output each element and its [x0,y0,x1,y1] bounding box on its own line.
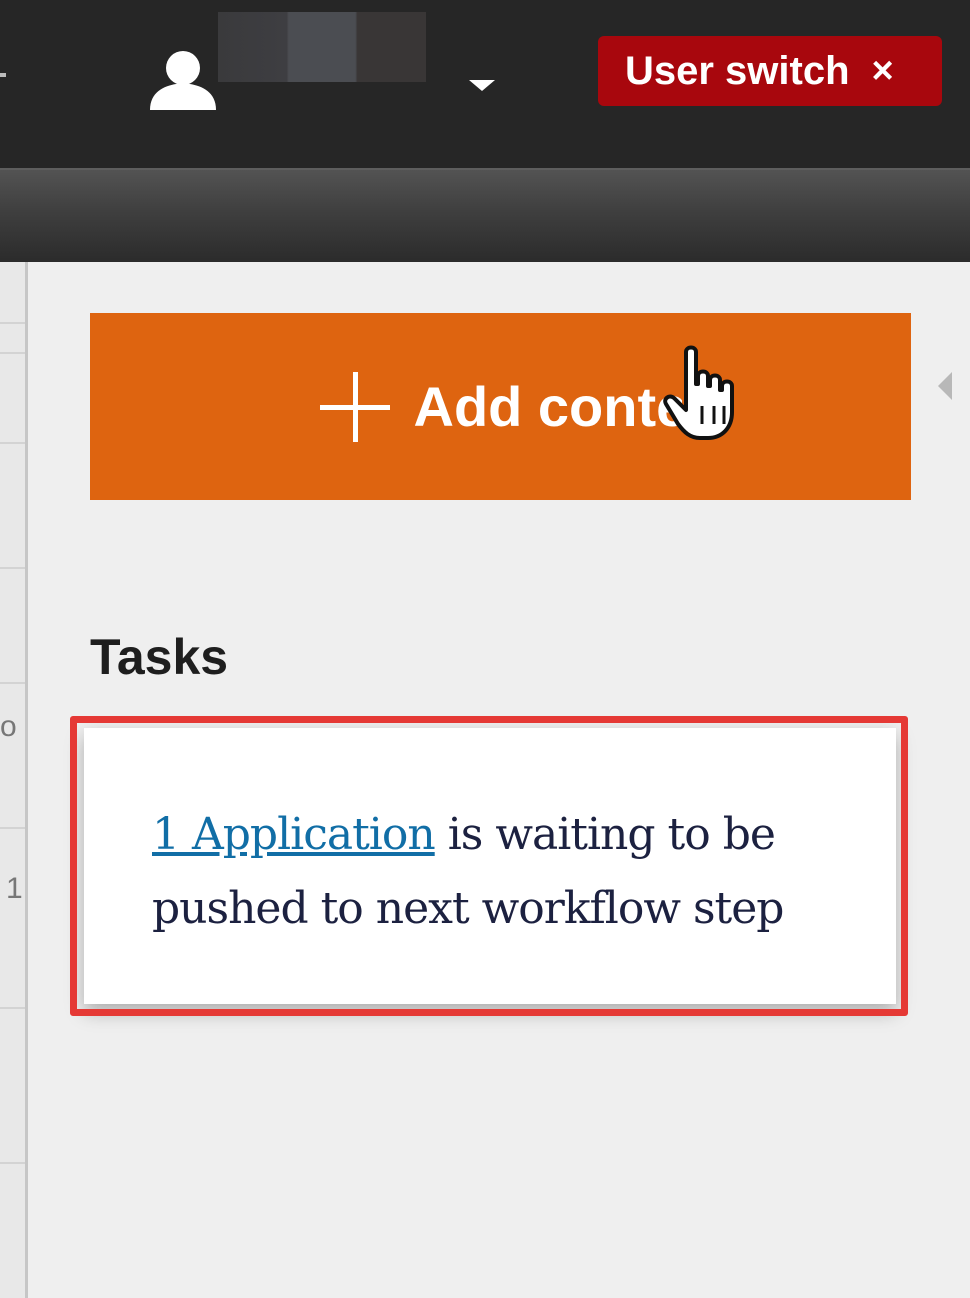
row-divider [0,352,25,354]
task-text-line1: is waiting to be [434,809,776,860]
add-content-label: Add content [413,375,682,438]
close-icon[interactable]: × [872,52,894,90]
left-content-pane-edge: o 1 [0,262,28,1298]
plus-icon [319,371,390,442]
row-divider [0,567,25,569]
user-switch-button[interactable]: User switch × [598,36,942,106]
user-icon[interactable] [148,48,218,110]
caret-down-icon[interactable] [466,74,500,96]
truncated-nav-item[interactable] [0,60,8,90]
tasks-heading: Tasks [90,629,229,685]
truncated-cell-text: o [0,710,17,743]
top-navigation-bar: User switch × [0,0,970,168]
user-switch-label: User switch [625,48,850,93]
row-divider [0,322,25,324]
application-link[interactable]: 1 Application [152,809,436,860]
row-divider [0,442,25,444]
task-message: 1 Application is waiting to be pushed to … [152,798,852,946]
row-divider [0,682,25,684]
row-divider [0,1162,25,1164]
chevron-left-icon[interactable] [938,372,956,400]
redacted-username [218,12,426,82]
task-text-line2: pushed to next workflow step [152,883,784,934]
add-content-button[interactable]: Add content [90,313,911,500]
secondary-toolbar [0,168,970,262]
truncated-cell-text: 1 [6,872,23,905]
row-divider [0,1007,25,1009]
row-divider [0,827,25,829]
